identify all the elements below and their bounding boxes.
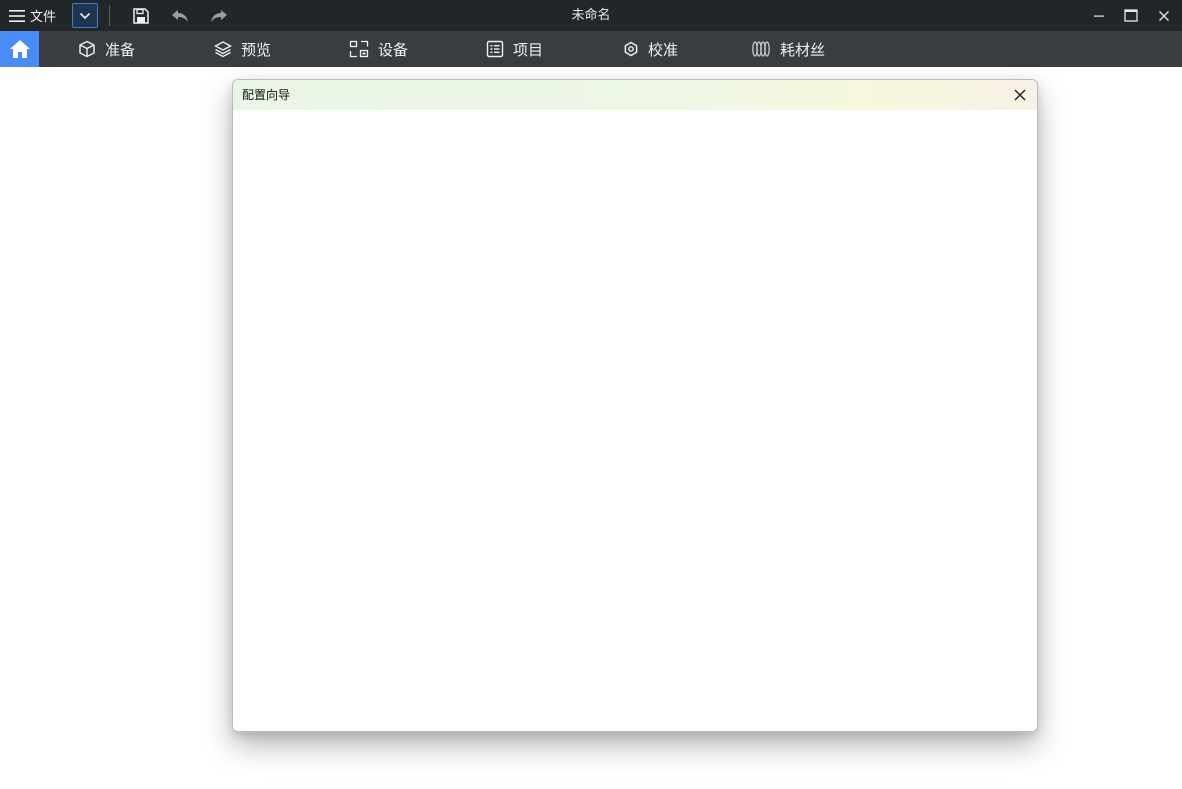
tab-project-label: 项目 [513,40,544,59]
close-window-button[interactable] [1151,3,1177,28]
layers-icon [214,41,232,58]
tab-prepare[interactable]: 准备 [78,31,135,67]
main-tab-bar: 准备 预览 设备 项目 校准 耗材丝 [0,31,1182,67]
close-icon [1014,89,1026,101]
file-menu-button[interactable]: 文件 [8,4,56,27]
chevron-down-icon [79,12,91,19]
undo-icon [172,9,188,22]
save-button[interactable] [129,4,153,27]
tab-prepare-label: 准备 [105,40,136,59]
home-icon [9,40,30,58]
toolbar-separator [109,5,110,26]
cube-icon [79,40,95,58]
minimize-icon [1094,15,1104,17]
minimize-button[interactable] [1086,3,1112,28]
dialog-title: 配置向导 [242,88,291,102]
redo-icon [211,9,227,22]
tab-preview-label: 预览 [241,40,272,59]
maximize-icon [1124,9,1138,22]
save-icon [133,7,149,24]
file-dropdown-button[interactable] [72,3,98,28]
config-wizard-dialog: 配置向导 [232,79,1038,732]
dialog-content-area [233,110,1037,731]
tab-filament-label: 耗材丝 [780,40,826,59]
undo-button[interactable] [168,4,192,27]
device-icon [349,40,369,58]
maximize-button[interactable] [1118,3,1144,28]
dialog-close-button[interactable] [1009,84,1031,106]
tab-project[interactable]: 项目 [486,31,543,67]
tab-device[interactable]: 设备 [349,31,408,67]
tab-filament[interactable]: 耗材丝 [751,31,825,67]
title-bar: 文件 未命名 [0,0,1182,31]
home-tab[interactable] [0,31,39,67]
dialog-header: 配置向导 [233,80,1037,110]
file-menu-label: 文件 [30,10,57,25]
tab-calibration[interactable]: 校准 [623,31,678,67]
project-list-icon [486,40,504,58]
hamburger-menu-icon [9,9,25,22]
tab-calibration-label: 校准 [648,40,679,59]
filament-icon [752,41,770,57]
close-icon [1159,10,1169,21]
tab-device-label: 设备 [378,40,409,59]
redo-button[interactable] [207,4,231,27]
calibration-icon [624,41,638,57]
tab-preview[interactable]: 预览 [214,31,271,67]
